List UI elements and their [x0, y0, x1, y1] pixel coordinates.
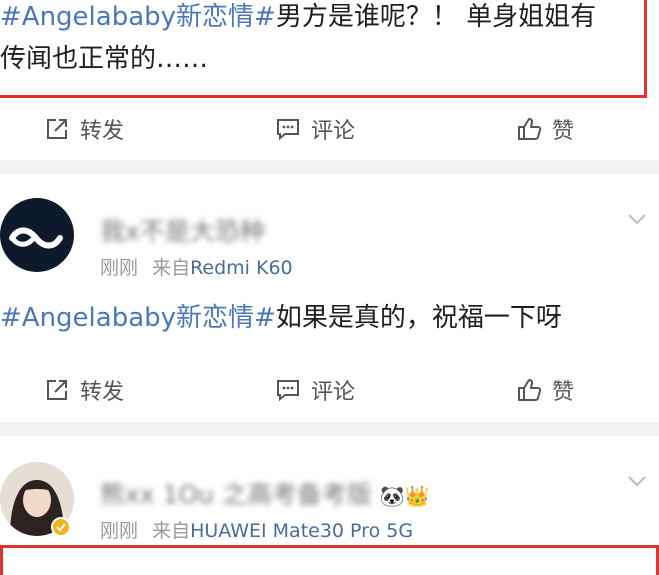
verified-check-icon: [56, 523, 66, 532]
repost-label: 转发: [80, 119, 125, 144]
source-prefix: 来自: [152, 257, 191, 279]
post-text: #Angelababy新恋情#如果是真的，祝福一下呀: [0, 303, 562, 333]
post-highlight-box: [0, 545, 659, 575]
repost-icon: [47, 119, 67, 139]
post-meta: 刚刚 来自HUAWEI Mate30 Pro 5G: [100, 516, 413, 543]
username[interactable]: 熊ⅹⅹ 1Ou 之高考备考版 🐼👑: [100, 475, 430, 511]
comment-icon: [277, 119, 299, 141]
thumbs-up-icon: [518, 379, 542, 401]
repost-label: 转发: [80, 380, 125, 405]
like-button[interactable]: 赞: [516, 100, 574, 158]
repost-icon: [47, 380, 67, 400]
repost-button[interactable]: 转发: [44, 100, 124, 158]
comment-button[interactable]: 评论: [275, 361, 355, 419]
like-button[interactable]: 赞: [516, 361, 574, 419]
infinity-logo-icon: [9, 227, 63, 249]
post-time: 刚刚: [100, 520, 139, 542]
comment-label: 评论: [311, 380, 356, 405]
like-label: 赞: [552, 119, 575, 144]
chevron-down-icon[interactable]: [626, 208, 648, 230]
comment-label: 评论: [311, 119, 356, 144]
source-device: Redmi K60: [190, 257, 293, 279]
post-text-line1: #Angelababy新恋情#男方是谁呢？！ 单身姐姐有: [0, 2, 597, 32]
hashtag-link[interactable]: #Angelababy新恋情#: [0, 303, 276, 333]
thumbs-up-icon: [518, 118, 542, 140]
source-prefix: 来自: [152, 520, 191, 542]
like-label: 赞: [552, 380, 575, 405]
comment-icon: [277, 380, 299, 402]
source-device: HUAWEI Mate30 Pro 5G: [190, 520, 414, 542]
username[interactable]: 我ⅹ不是大恐种: [100, 212, 265, 248]
hashtag-link[interactable]: #Angelababy新恋情#: [0, 2, 276, 32]
panda-emoji-icon: 🐼: [379, 484, 405, 508]
avatar[interactable]: [0, 198, 74, 272]
comment-button[interactable]: 评论: [275, 100, 355, 158]
repost-button[interactable]: 转发: [44, 361, 124, 419]
post-meta: 刚刚 来自Redmi K60: [100, 253, 293, 280]
post-text-line2: 传闻也正常的……: [0, 44, 209, 74]
verified-badge: [51, 517, 71, 537]
chevron-down-icon[interactable]: [626, 470, 648, 492]
action-bar: 转发 评论 赞: [0, 361, 659, 419]
post-time: 刚刚: [100, 257, 139, 279]
action-bar: 转发 评论 赞: [0, 100, 659, 158]
crown-emoji-icon: 👑: [404, 484, 430, 508]
post-separator: [0, 422, 659, 436]
post-separator: [0, 160, 659, 174]
